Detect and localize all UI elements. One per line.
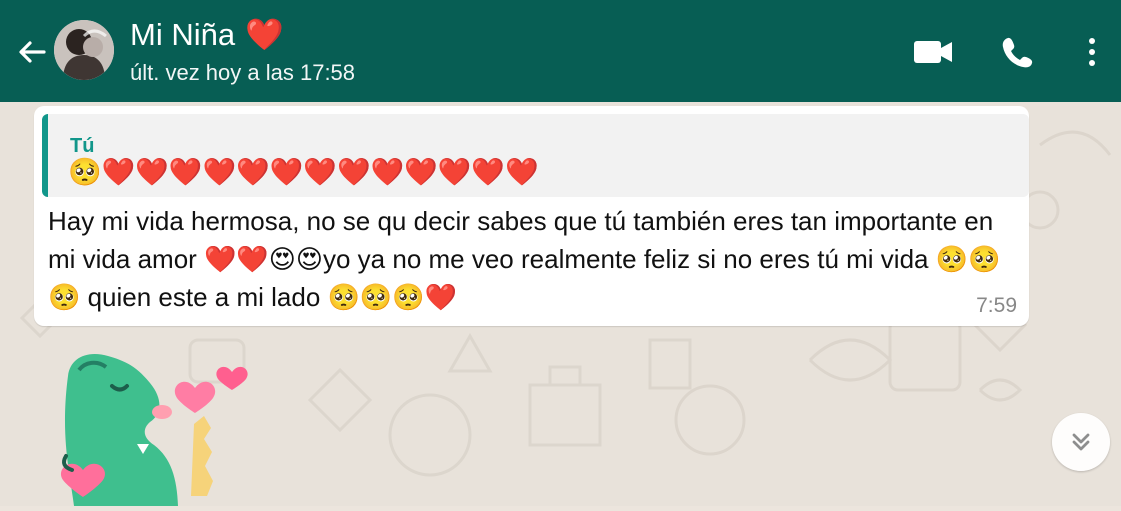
arrow-left-icon (19, 41, 46, 63)
quoted-text: 🥺❤️❤️❤️❤️❤️❤️❤️❤️❤️❤️❤️❤️❤️ (68, 157, 539, 187)
chat-header: Mi Niña ❤️ últ. vez hoy a las 17:58 (0, 0, 1121, 102)
message-bubble[interactable]: Tú 🥺❤️❤️❤️❤️❤️❤️❤️❤️❤️❤️❤️❤️❤️ Hay mi vi… (34, 106, 1029, 326)
message-text: Hay mi vida hermosa, no se qu decir sabe… (48, 206, 1001, 312)
video-call-button[interactable] (912, 34, 954, 70)
avatar[interactable] (54, 20, 114, 80)
contact-photo (54, 20, 114, 80)
heart-icon: ❤️ (245, 17, 284, 52)
more-vertical-icon (1089, 38, 1095, 66)
phone-call-icon (1002, 37, 1033, 68)
voice-call-button[interactable] (998, 34, 1036, 70)
dinosaur-heart-sticker[interactable] (52, 350, 262, 506)
last-seen-status: últ. vez hoy a las 17:58 (130, 60, 356, 85)
contact-name-row[interactable]: Mi Niña ❤️ (130, 16, 284, 53)
video-call-icon (914, 41, 952, 63)
message-time: 7:59 (976, 294, 1017, 317)
back-button[interactable] (14, 34, 50, 70)
scroll-to-bottom-button[interactable] (1052, 413, 1110, 471)
chevron-down-double-icon (1072, 433, 1090, 451)
dinosaur-sticker-image (61, 354, 248, 506)
quoted-message[interactable]: Tú 🥺❤️❤️❤️❤️❤️❤️❤️❤️❤️❤️❤️❤️❤️ (42, 114, 1029, 197)
more-options-button[interactable] (1078, 34, 1106, 70)
quoted-author: Tú (70, 135, 95, 157)
contact-name: Mi Niña (130, 16, 236, 52)
